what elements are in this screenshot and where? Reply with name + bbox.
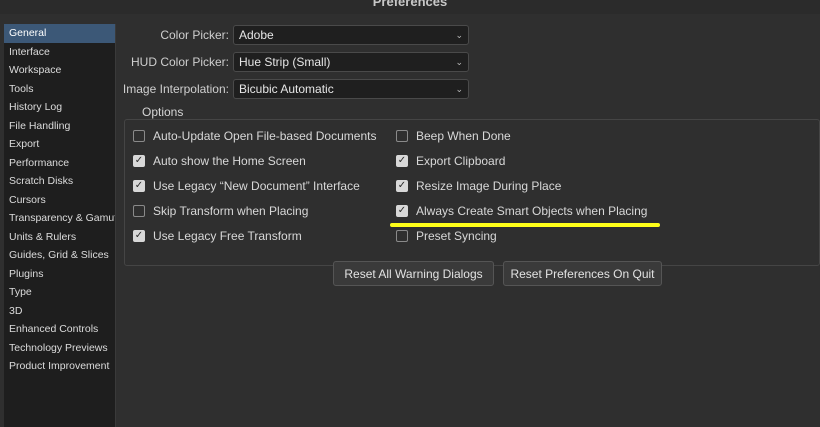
title-bar: Preferences	[0, 0, 820, 14]
sidebar-item-guides-grid-slices[interactable]: Guides, Grid & Slices	[4, 246, 115, 265]
preferences-sidebar: General Interface Workspace Tools Histor…	[4, 24, 116, 427]
sidebar-item-units-rulers[interactable]: Units & Rulers	[4, 228, 115, 247]
checkbox[interactable]	[133, 205, 145, 217]
sidebar-item-performance[interactable]: Performance	[4, 154, 115, 173]
checkbox[interactable]	[396, 130, 408, 142]
option-label: Auto-Update Open File-based Documents	[153, 129, 377, 143]
sidebar-item-scratch-disks[interactable]: Scratch Disks	[4, 172, 115, 191]
hud-color-picker-row: HUD Color Picker: Hue Strip (Small) ⌄	[116, 52, 469, 72]
preferences-main-panel: Color Picker: Adobe ⌄ HUD Color Picker: …	[116, 14, 820, 427]
reset-warning-dialogs-button[interactable]: Reset All Warning Dialogs	[333, 261, 494, 286]
checkbox[interactable]: ✓	[396, 205, 408, 217]
option-label: Use Legacy “New Document” Interface	[153, 179, 360, 193]
checkbox[interactable]: ✓	[133, 180, 145, 192]
checkmark-icon: ✓	[134, 230, 144, 241]
image-interpolation-row: Image Interpolation: Bicubic Automatic ⌄	[116, 79, 469, 99]
checkbox[interactable]: ✓	[396, 155, 408, 167]
checkmark-icon: ✓	[397, 155, 407, 166]
option-label: Use Legacy Free Transform	[153, 229, 302, 243]
sidebar-item-plugins[interactable]: Plugins	[4, 265, 115, 284]
chevron-down-icon: ⌄	[455, 83, 463, 94]
highlight-underline	[390, 223, 660, 227]
checkbox[interactable]: ✓	[133, 230, 145, 242]
sidebar-item-type[interactable]: Type	[4, 283, 115, 302]
chevron-down-icon: ⌄	[455, 29, 463, 40]
sidebar-item-interface[interactable]: Interface	[4, 43, 115, 62]
image-interpolation-label: Image Interpolation:	[122, 82, 229, 96]
sidebar-item-3d[interactable]: 3D	[4, 302, 115, 321]
sidebar-item-workspace[interactable]: Workspace	[4, 61, 115, 80]
option-label: Always Create Smart Objects when Placing	[416, 204, 648, 218]
option-legacy-free-transform[interactable]: ✓ Use Legacy Free Transform	[133, 228, 302, 244]
option-export-clipboard[interactable]: ✓ Export Clipboard	[396, 153, 505, 169]
option-auto-update[interactable]: Auto-Update Open File-based Documents	[133, 128, 376, 144]
color-picker-row: Color Picker: Adobe ⌄	[116, 25, 469, 45]
sidebar-item-tools[interactable]: Tools	[4, 80, 115, 99]
image-interpolation-select[interactable]: Bicubic Automatic ⌄	[233, 79, 469, 99]
color-picker-select[interactable]: Adobe ⌄	[233, 25, 469, 45]
reset-preferences-button[interactable]: Reset Preferences On Quit	[503, 261, 662, 286]
checkmark-icon: ✓	[134, 180, 144, 191]
checkmark-icon: ✓	[397, 180, 407, 191]
option-smart-objects[interactable]: ✓ Always Create Smart Objects when Placi…	[396, 203, 647, 219]
sidebar-item-transparency-gamut[interactable]: Transparency & Gamut	[4, 209, 115, 228]
option-preset-syncing[interactable]: Preset Syncing	[396, 228, 497, 244]
hud-color-picker-label: HUD Color Picker:	[130, 55, 229, 69]
sidebar-item-history-log[interactable]: History Log	[4, 98, 115, 117]
option-label: Beep When Done	[416, 129, 511, 143]
sidebar-item-enhanced-controls[interactable]: Enhanced Controls	[4, 320, 115, 339]
sidebar-item-export[interactable]: Export	[4, 135, 115, 154]
option-skip-transform[interactable]: Skip Transform when Placing	[133, 203, 308, 219]
window-title: Preferences	[372, 0, 448, 9]
checkmark-icon: ✓	[134, 155, 144, 166]
option-label: Skip Transform when Placing	[153, 204, 309, 218]
checkbox[interactable]: ✓	[133, 155, 145, 167]
sidebar-item-technology-previews[interactable]: Technology Previews	[4, 339, 115, 358]
color-picker-label: Color Picker:	[160, 28, 229, 42]
option-label: Export Clipboard	[416, 154, 506, 168]
option-beep-when-done[interactable]: Beep When Done	[396, 128, 511, 144]
checkbox[interactable]	[133, 130, 145, 142]
color-picker-value: Adobe	[239, 28, 274, 42]
chevron-down-icon: ⌄	[455, 56, 463, 67]
option-label: Auto show the Home Screen	[153, 154, 306, 168]
sidebar-item-product-improvement[interactable]: Product Improvement	[4, 357, 115, 376]
option-legacy-new-document[interactable]: ✓ Use Legacy “New Document” Interface	[133, 178, 360, 194]
hud-color-picker-value: Hue Strip (Small)	[239, 55, 331, 69]
option-auto-show-home[interactable]: ✓ Auto show the Home Screen	[133, 153, 306, 169]
checkbox[interactable]	[396, 230, 408, 242]
hud-color-picker-select[interactable]: Hue Strip (Small) ⌄	[233, 52, 469, 72]
checkbox[interactable]: ✓	[396, 180, 408, 192]
option-label: Resize Image During Place	[416, 179, 562, 193]
option-label: Preset Syncing	[416, 229, 497, 243]
sidebar-item-file-handling[interactable]: File Handling	[4, 117, 115, 136]
sidebar-item-general[interactable]: General	[4, 24, 115, 43]
option-resize-image-place[interactable]: ✓ Resize Image During Place	[396, 178, 561, 194]
sidebar-item-cursors[interactable]: Cursors	[4, 191, 115, 210]
checkmark-icon: ✓	[397, 205, 407, 216]
options-title: Options	[138, 105, 188, 119]
image-interpolation-value: Bicubic Automatic	[239, 82, 334, 96]
